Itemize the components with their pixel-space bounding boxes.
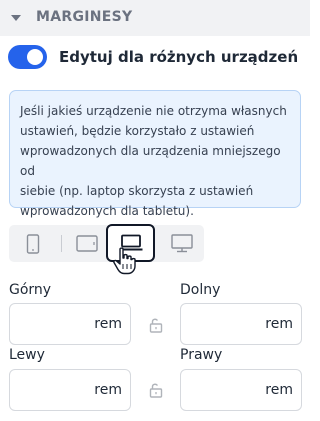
responsive-toggle[interactable]: [8, 45, 47, 69]
margin-left-input[interactable]: rem: [9, 369, 131, 411]
margin-bottom-input[interactable]: rem: [180, 303, 302, 345]
info-box: Jeśli jakieś urządzenie nie otrzyma włas…: [9, 90, 301, 218]
section-title: MARGINESY: [36, 9, 133, 25]
device-desktop-button[interactable]: [159, 225, 204, 262]
margin-right-input[interactable]: rem: [180, 369, 302, 411]
hand-cursor-icon: [113, 247, 136, 275]
toggle-label: Edytuj dla różnych urządzeń: [59, 48, 299, 66]
chevron-down-icon: [11, 15, 21, 21]
unit-label: rem: [94, 382, 122, 398]
desktop-icon: [170, 234, 193, 253]
label-right: Prawy: [180, 347, 223, 363]
unit-label: rem: [94, 316, 122, 332]
info-line: ustawień, będzie korzystało z ustawień: [20, 124, 255, 138]
device-phone-button[interactable]: [9, 225, 57, 262]
phone-icon: [26, 233, 40, 254]
tablet-icon: [76, 235, 98, 252]
responsive-toggle-row: Edytuj dla różnych urządzeń: [8, 44, 298, 70]
section-header-margins[interactable]: MARGINESY: [0, 0, 310, 36]
toggle-knob: [27, 49, 43, 65]
unit-label: rem: [265, 316, 293, 332]
unit-label: rem: [265, 382, 293, 398]
unlock-icon[interactable]: [147, 316, 165, 334]
label-bottom: Dolny: [180, 282, 221, 298]
margin-top-input[interactable]: rem: [9, 303, 131, 345]
label-top: Górny: [9, 282, 52, 298]
info-line: siebie (np. laptop skorzysta z ustawień: [20, 184, 254, 198]
device-tablet-button[interactable]: [62, 225, 112, 262]
info-line: wprowadzonych dla urządzenia mniejszego …: [20, 144, 281, 178]
unlock-icon[interactable]: [147, 381, 165, 399]
info-line: wprowadzonych dla tabletu).: [20, 204, 194, 218]
info-line: Jeśli jakieś urządzenie nie otrzyma włas…: [20, 104, 287, 118]
device-switcher: [9, 224, 204, 262]
label-left: Lewy: [9, 347, 45, 363]
